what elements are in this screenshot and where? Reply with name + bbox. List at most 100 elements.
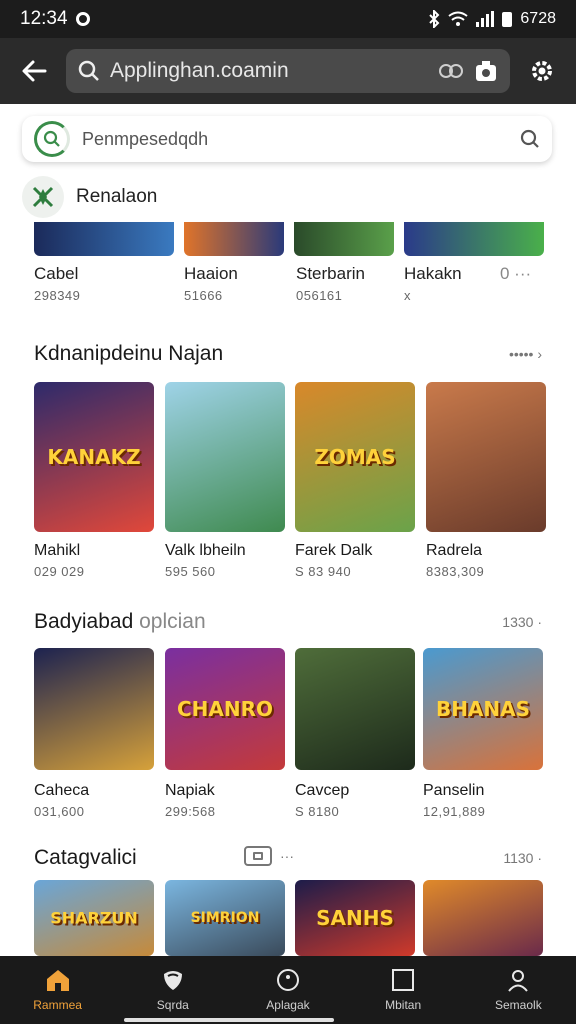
- url-text: Applinghan.coamin: [110, 59, 289, 82]
- nav-label-apps: Aplagak: [266, 998, 310, 1012]
- notification-icon: [75, 12, 90, 26]
- nav-item-profile[interactable]: Semaolk: [468, 968, 568, 1012]
- search-icon: [43, 130, 60, 147]
- game-value-2-3: S 8180: [295, 804, 340, 819]
- game-name-1-1: Mahikl: [34, 542, 81, 559]
- search-submit-icon[interactable]: [520, 129, 540, 149]
- game-name-2-2: Napiak: [165, 782, 215, 799]
- nav-label-home: Rammea: [33, 998, 82, 1012]
- search-badge: [34, 121, 70, 157]
- wifi-icon: [448, 11, 469, 26]
- swords-icon: [32, 186, 54, 208]
- status-battery-text: 6728: [520, 10, 556, 27]
- link-icon[interactable]: [438, 61, 464, 81]
- home-icon: [46, 970, 69, 991]
- search-icon: [78, 60, 99, 81]
- status-right: 6728: [428, 10, 556, 28]
- game-name-1-4: Radrela: [426, 542, 483, 559]
- strip-thumb-3[interactable]: [294, 222, 394, 256]
- back-arrow-icon: [22, 60, 47, 82]
- recommend-header: Renalaon: [22, 176, 157, 218]
- card-art-1-1: KANAKZ: [47, 445, 141, 469]
- nav-label-profile: Semaolk: [495, 998, 542, 1012]
- card-art-3-2: SIMRION: [190, 910, 260, 926]
- game-card-3-3[interactable]: SANHS: [295, 880, 415, 956]
- section-2-title: Badyiabad oplcian: [34, 610, 206, 634]
- strip-value-2: 51666: [184, 288, 223, 303]
- section-3-title-text: Catagvalici: [34, 846, 137, 869]
- strip-value-4: x: [404, 288, 411, 303]
- shield-icon: [163, 971, 182, 990]
- strip-value-1: 298349: [34, 288, 81, 303]
- game-card-3-1[interactable]: SHARZUN: [34, 880, 154, 956]
- nav-label-shield: Sqrda: [156, 998, 189, 1012]
- status-time: 12:34: [20, 8, 68, 29]
- circle-dot-icon: [276, 969, 299, 991]
- in-page-search[interactable]: Penmpesedqdh: [22, 116, 552, 162]
- bluetooth-icon: [429, 10, 440, 28]
- filter-icon: [253, 852, 263, 860]
- url-bar[interactable]: Applinghan.coamin: [66, 49, 510, 93]
- gear-icon: [532, 61, 552, 81]
- signal-icon: [476, 11, 495, 27]
- square-icon: [392, 969, 415, 991]
- section-3-dots[interactable]: ···: [280, 848, 294, 864]
- nav-item-library[interactable]: Mbitan: [353, 968, 453, 1012]
- person-icon: [508, 970, 529, 992]
- card-art-3-1: SHARZUN: [50, 908, 138, 928]
- card-art-1-3: ZOMAS: [314, 445, 396, 469]
- strip-thumb-4[interactable]: [404, 222, 544, 256]
- section-1-title-text: Kdnanipdeinu Najan: [34, 342, 224, 365]
- strip-more[interactable]: 0 ···: [500, 264, 531, 284]
- nav-item-apps[interactable]: Aplagak: [238, 968, 338, 1012]
- nav-label-library: Mbitan: [385, 998, 422, 1012]
- strip-thumb-1[interactable]: [34, 222, 174, 256]
- status-bar: 12:34 6728: [0, 0, 576, 38]
- game-value-1-2: 595 560: [165, 564, 216, 579]
- section-2-more[interactable]: 1330 ·: [502, 614, 542, 630]
- game-value-1-3: S 83 940: [295, 564, 352, 579]
- game-value-2-1: 031,600: [34, 804, 85, 819]
- camera-icon[interactable]: [474, 59, 498, 83]
- game-value-2-4: 12,91,889: [423, 804, 486, 819]
- game-card-3-2[interactable]: SIMRION: [165, 880, 285, 956]
- section-3-title: Catagvalici: [34, 846, 137, 870]
- strip-thumb-2[interactable]: [184, 222, 284, 256]
- game-name-1-3: Farek Dalk: [295, 542, 373, 559]
- game-card-1-3[interactable]: ZOMAS: [295, 382, 415, 532]
- section-3-more[interactable]: 1130 ·: [503, 850, 542, 866]
- back-button[interactable]: [14, 51, 54, 91]
- section-2-title-text: Badyiabad: [34, 610, 134, 633]
- game-card-1-4[interactable]: [426, 382, 546, 532]
- game-name-2-3: Cavcep: [295, 782, 350, 799]
- section-3-filter-button[interactable]: [244, 846, 272, 866]
- game-card-2-2[interactable]: CHANRO: [165, 648, 285, 770]
- recommend-title: Renalaon: [76, 186, 158, 207]
- search-placeholder: Penmpesedqdh: [82, 128, 209, 149]
- game-card-2-3[interactable]: [295, 648, 415, 770]
- section-1-more[interactable]: ••••• ›: [509, 346, 542, 362]
- game-name-2-1: Caheca: [34, 782, 90, 799]
- game-value-2-2: 299:568: [165, 804, 216, 819]
- game-card-1-1[interactable]: KANAKZ: [34, 382, 154, 532]
- nav-item-shield[interactable]: Sqrda: [123, 968, 223, 1012]
- home-indicator[interactable]: [124, 1018, 334, 1022]
- game-value-1-1: 029 029: [34, 564, 85, 579]
- settings-button[interactable]: [522, 51, 562, 91]
- strip-value-3: 056161: [296, 288, 343, 303]
- battery-icon: [502, 11, 513, 27]
- game-card-2-4[interactable]: BHANAS: [423, 648, 543, 770]
- card-art-2-4: BHANAS: [435, 697, 531, 721]
- game-card-2-1[interactable]: [34, 648, 154, 770]
- game-value-1-4: 8383,309: [426, 564, 485, 579]
- status-left: 12:34: [20, 8, 90, 30]
- nav-item-home[interactable]: Rammea: [8, 968, 108, 1012]
- strip-name-2: Haaion: [184, 264, 238, 283]
- game-card-1-2[interactable]: [165, 382, 285, 532]
- section-1-title: Kdnanipdeinu Najan: [34, 342, 223, 366]
- game-card-3-4[interactable]: [423, 880, 543, 956]
- recommend-badge: [22, 176, 64, 218]
- game-name-1-2: Valk lbheiln: [165, 542, 246, 559]
- card-art-2-2: CHANRO: [176, 697, 274, 721]
- bottom-nav: Rammea Sqrda Aplagak Mbitan Semaolk: [0, 956, 576, 1024]
